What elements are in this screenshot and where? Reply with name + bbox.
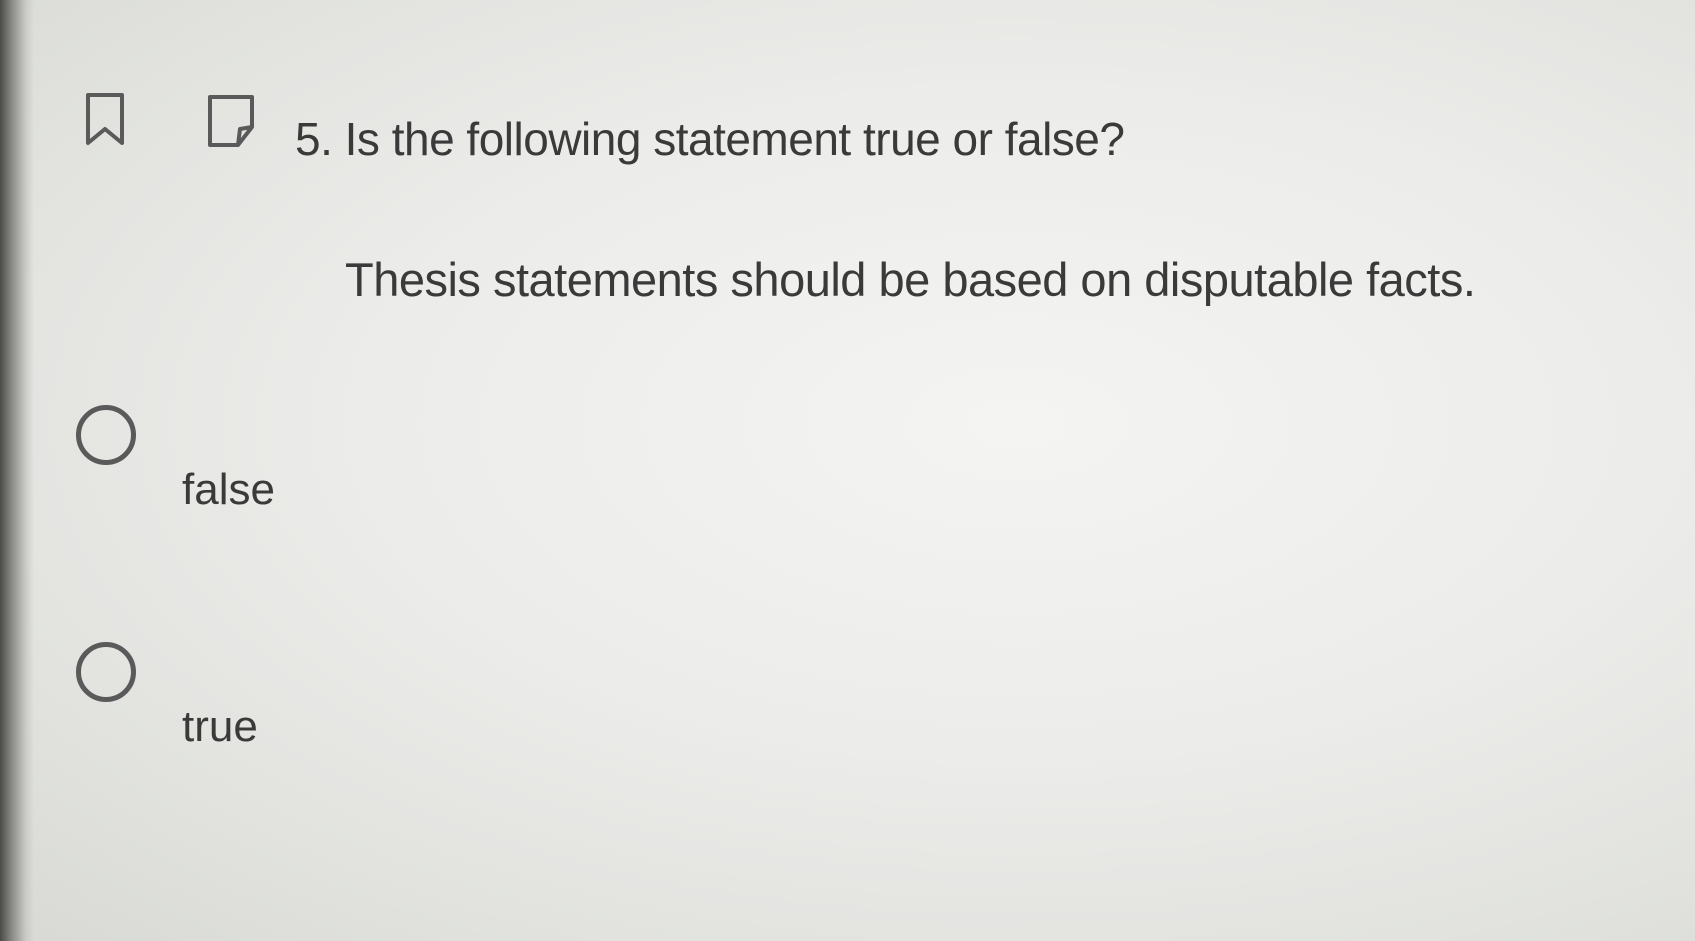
answer-option-true[interactable]: true xyxy=(0,632,420,772)
answer-label-false: false xyxy=(182,465,275,514)
answer-option-false[interactable]: false xyxy=(0,395,420,535)
radio-button-false[interactable] xyxy=(76,405,136,465)
answer-label-true: true xyxy=(182,702,258,751)
bookmark-icon[interactable] xyxy=(84,91,126,147)
flag-icon[interactable] xyxy=(204,93,258,149)
radio-button-true[interactable] xyxy=(76,642,136,702)
question-title: 5. Is the following statement true or fa… xyxy=(295,113,1125,165)
question-statement: Thesis statements should be based on dis… xyxy=(345,253,1476,306)
